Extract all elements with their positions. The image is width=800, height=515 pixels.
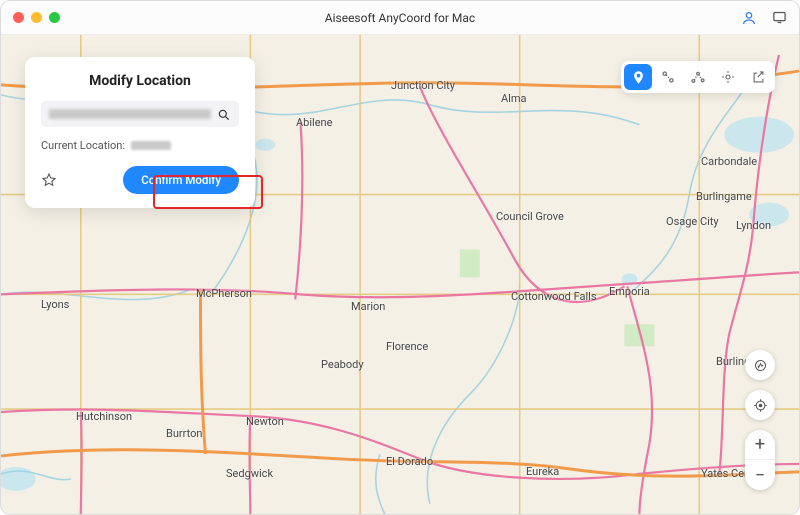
close-window-button[interactable]	[13, 12, 24, 23]
current-location-label: Current Location:	[41, 139, 125, 152]
city-label: Florence	[386, 340, 428, 353]
current-location-value-redacted	[131, 141, 171, 150]
city-label: Junction City	[391, 79, 455, 92]
mode-toolbar	[621, 61, 775, 93]
city-label: Hutchinson	[76, 410, 132, 423]
city-label: El Dorado	[386, 455, 433, 468]
window-title: Aiseesoft AnyCoord for Mac	[1, 11, 799, 25]
favorite-star-icon[interactable]	[41, 172, 57, 188]
city-label: Emporia	[609, 285, 650, 298]
city-label: Abilene	[296, 116, 332, 129]
city-label: Sedgwick	[226, 467, 273, 480]
city-label: Burlingame	[696, 190, 752, 203]
confirm-modify-button[interactable]: Confirm Modify	[123, 166, 239, 194]
city-label: Burrton	[166, 427, 202, 440]
city-label: Cottonwood Falls	[511, 290, 597, 303]
layers-button[interactable]	[745, 350, 775, 380]
titlebar-actions	[741, 10, 787, 26]
city-label: Eureka	[526, 465, 559, 478]
city-label: Marion	[351, 300, 385, 313]
search-value-redacted	[49, 109, 211, 119]
one-stop-mode-button[interactable]	[654, 64, 682, 90]
app-window: Aiseesoft AnyCoord for Mac	[0, 0, 800, 515]
current-location-row: Current Location:	[41, 139, 239, 152]
map-side-controls: + −	[745, 350, 775, 490]
locate-me-button[interactable]	[745, 390, 775, 420]
city-label: Lyons	[41, 298, 69, 311]
search-icon	[217, 107, 231, 121]
city-label: Council Grove	[496, 210, 564, 223]
multi-stop-mode-button[interactable]	[684, 64, 712, 90]
zoom-controls: + −	[745, 430, 775, 490]
city-label: Carbondale	[701, 155, 757, 168]
location-search-input[interactable]	[41, 101, 239, 127]
joystick-mode-button[interactable]	[714, 64, 742, 90]
export-button[interactable]	[744, 64, 772, 90]
city-label: Lyndon	[736, 219, 771, 232]
maximize-window-button[interactable]	[49, 12, 60, 23]
panel-title: Modify Location	[41, 73, 239, 89]
display-settings-icon[interactable]	[771, 10, 787, 26]
modify-location-mode-button[interactable]	[624, 64, 652, 90]
city-label: Peabody	[321, 358, 364, 371]
modify-location-panel: Modify Location Current Location: Confir…	[25, 57, 255, 208]
traffic-lights	[13, 12, 60, 23]
zoom-out-button[interactable]: −	[745, 460, 775, 490]
zoom-in-button[interactable]: +	[745, 430, 775, 460]
city-label: Newton	[246, 415, 284, 428]
city-label: Alma	[501, 92, 526, 105]
titlebar: Aiseesoft AnyCoord for Mac	[1, 1, 799, 35]
minimize-window-button[interactable]	[31, 12, 42, 23]
city-label: Osage City	[666, 215, 719, 228]
city-label: McPherson	[196, 287, 252, 300]
account-icon[interactable]	[741, 10, 757, 26]
